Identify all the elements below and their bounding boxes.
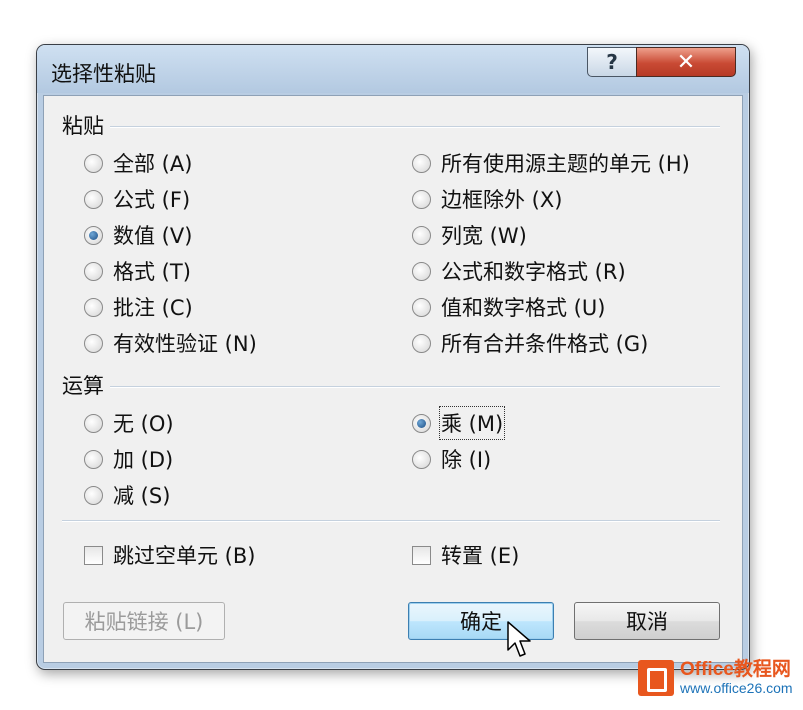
radio-op-multiply[interactable]: 乘 (M) bbox=[412, 406, 506, 440]
radio-op-divide[interactable]: 除 (I) bbox=[412, 444, 491, 474]
cancel-button[interactable]: 取消 bbox=[574, 602, 720, 640]
radio-label: 公式和数字格式 (R) bbox=[441, 260, 626, 284]
title-bar[interactable]: 选择性粘贴 ? ✕ bbox=[37, 45, 749, 93]
checkbox-label: 跳过空单元 (B) bbox=[113, 544, 256, 568]
radio-button[interactable] bbox=[84, 449, 103, 469]
radio-button[interactable] bbox=[412, 261, 431, 281]
watermark-url: www.office26.com bbox=[680, 680, 793, 696]
radio-label: 加 (D) bbox=[113, 448, 174, 472]
radio-label: 除 (I) bbox=[441, 448, 492, 472]
operation-group-separator bbox=[110, 386, 720, 388]
paste-special-dialog: 选择性粘贴 ? ✕ 粘贴 全部 (A) 公式 (F) 数值 (V) 格式 (T) bbox=[36, 44, 750, 670]
paste-group-label: 粘贴 bbox=[62, 114, 104, 138]
radio-label: 格式 (T) bbox=[113, 260, 191, 284]
radio-button[interactable] bbox=[84, 485, 103, 505]
radio-label: 列宽 (W) bbox=[441, 224, 527, 248]
checkbox[interactable] bbox=[412, 545, 431, 565]
checkbox-skip-blanks[interactable]: 跳过空单元 (B) bbox=[84, 540, 255, 570]
mouse-cursor-icon bbox=[507, 621, 531, 657]
radio-paste-merge-conditional[interactable]: 所有合并条件格式 (G) bbox=[412, 328, 648, 358]
checkbox-label: 转置 (E) bbox=[441, 544, 520, 568]
radio-paste-values[interactable]: 数值 (V) bbox=[84, 220, 192, 250]
radio-label: 数值 (V) bbox=[113, 224, 193, 248]
radio-paste-validation[interactable]: 有效性验证 (N) bbox=[84, 328, 257, 358]
checkbox[interactable] bbox=[84, 545, 103, 565]
radio-button[interactable] bbox=[84, 413, 103, 433]
radio-paste-all[interactable]: 全部 (A) bbox=[84, 148, 192, 178]
radio-button[interactable] bbox=[412, 297, 431, 317]
radio-button[interactable] bbox=[84, 189, 103, 209]
radio-op-add[interactable]: 加 (D) bbox=[84, 444, 173, 474]
radio-label: 值和数字格式 (U) bbox=[441, 296, 606, 320]
watermark-title: Office教程网 bbox=[680, 659, 791, 680]
radio-label: 所有使用源主题的单元 (H) bbox=[441, 152, 690, 176]
radio-paste-values-number-formats[interactable]: 值和数字格式 (U) bbox=[412, 292, 605, 322]
radio-op-none[interactable]: 无 (O) bbox=[84, 408, 174, 438]
radio-label: 无 (O) bbox=[113, 412, 174, 436]
watermark-logo: Office教程网 www.office26.com bbox=[638, 660, 793, 696]
radio-label: 批注 (C) bbox=[113, 296, 193, 320]
radio-op-subtract[interactable]: 减 (S) bbox=[84, 480, 170, 510]
close-icon: ✕ bbox=[676, 49, 696, 75]
radio-button[interactable] bbox=[412, 153, 431, 173]
radio-label: 乘 (M) bbox=[438, 406, 506, 440]
radio-paste-formulas-number-formats[interactable]: 公式和数字格式 (R) bbox=[412, 256, 626, 286]
paste-link-button[interactable]: 粘贴链接 (L) bbox=[63, 602, 225, 640]
radio-button[interactable] bbox=[84, 333, 103, 353]
dialog-body: 粘贴 全部 (A) 公式 (F) 数值 (V) 格式 (T) 批注 (C) 有效… bbox=[43, 95, 743, 663]
radio-button[interactable] bbox=[412, 449, 431, 469]
radio-button-selected[interactable] bbox=[84, 225, 103, 245]
radio-button-selected[interactable] bbox=[412, 413, 431, 433]
dialog-title: 选择性粘贴 bbox=[51, 62, 156, 86]
radio-button[interactable] bbox=[84, 297, 103, 317]
checkbox-transpose[interactable]: 转置 (E) bbox=[412, 540, 519, 570]
radio-button[interactable] bbox=[84, 153, 103, 173]
operation-group-label: 运算 bbox=[62, 374, 104, 398]
help-button[interactable]: ? bbox=[587, 47, 637, 77]
radio-button[interactable] bbox=[412, 333, 431, 353]
radio-paste-column-widths[interactable]: 列宽 (W) bbox=[412, 220, 527, 250]
radio-label: 全部 (A) bbox=[113, 152, 193, 176]
radio-paste-formats[interactable]: 格式 (T) bbox=[84, 256, 191, 286]
radio-paste-no-borders[interactable]: 边框除外 (X) bbox=[412, 184, 562, 214]
radio-button[interactable] bbox=[412, 225, 431, 245]
office-logo-icon bbox=[638, 660, 674, 696]
paste-group-separator bbox=[110, 126, 720, 128]
radio-label: 有效性验证 (N) bbox=[113, 332, 257, 356]
radio-label: 所有合并条件格式 (G) bbox=[441, 332, 649, 356]
radio-button[interactable] bbox=[84, 261, 103, 281]
radio-button[interactable] bbox=[412, 189, 431, 209]
radio-label: 边框除外 (X) bbox=[441, 188, 563, 212]
radio-label: 公式 (F) bbox=[113, 188, 191, 212]
close-button[interactable]: ✕ bbox=[636, 47, 736, 77]
checkbox-separator bbox=[62, 520, 720, 522]
help-icon: ? bbox=[606, 50, 618, 74]
radio-label: 减 (S) bbox=[113, 484, 171, 508]
radio-paste-source-theme[interactable]: 所有使用源主题的单元 (H) bbox=[412, 148, 690, 178]
radio-paste-comments[interactable]: 批注 (C) bbox=[84, 292, 193, 322]
radio-paste-formulas[interactable]: 公式 (F) bbox=[84, 184, 190, 214]
